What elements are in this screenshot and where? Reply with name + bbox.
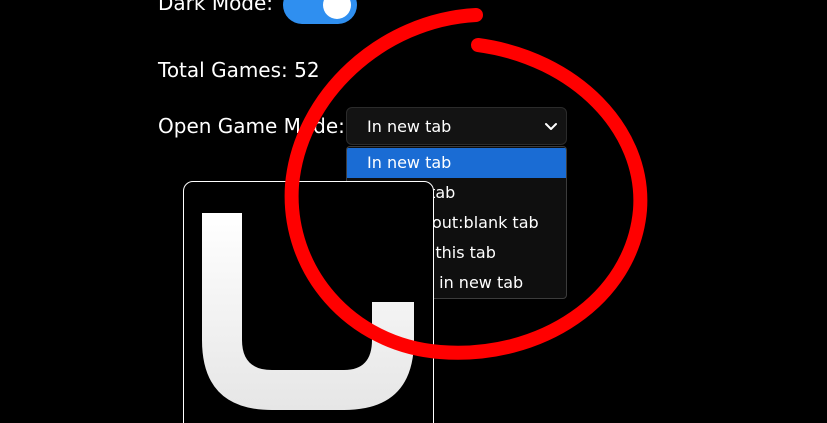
game-card[interactable]	[183, 181, 434, 423]
dark-mode-label: Dark Mode:	[158, 0, 274, 15]
dark-mode-toggle[interactable]	[283, 0, 358, 24]
open-game-mode-label: Open Game Mode:	[158, 114, 345, 138]
option-in-new-tab[interactable]: In new tab	[347, 148, 566, 178]
dark-mode-row: Dark Mode:	[158, 0, 358, 24]
total-games-label: Total Games: 52	[158, 58, 320, 82]
u-letter-logo-icon	[202, 213, 414, 410]
chevron-down-icon	[545, 123, 557, 130]
select-current-value: In new tab	[367, 116, 452, 136]
open-game-mode-select[interactable]: In new tab	[346, 107, 567, 145]
toggle-knob	[323, 0, 352, 19]
